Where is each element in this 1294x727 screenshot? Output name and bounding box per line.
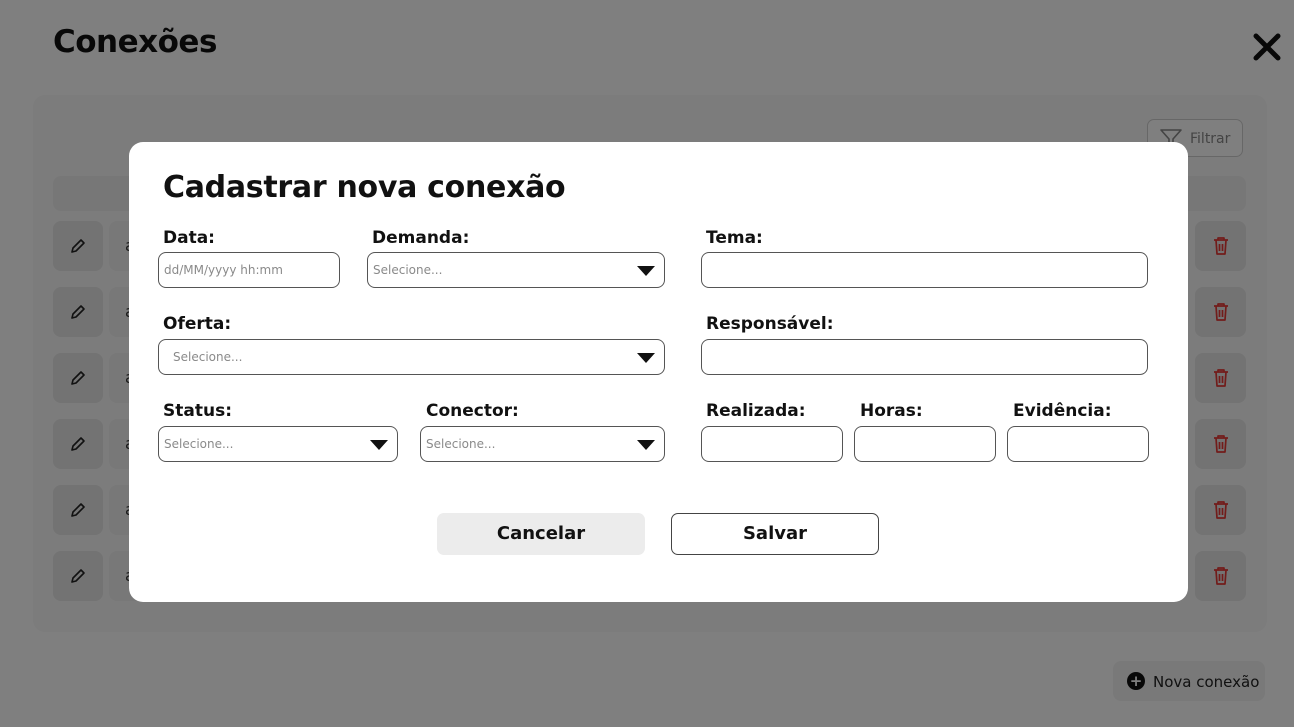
realizada-input[interactable] [701,426,843,462]
cancel-button[interactable]: Cancelar [437,513,645,555]
status-select[interactable]: Selecione... [158,426,398,462]
conector-placeholder: Selecione... [426,437,496,451]
oferta-label: Oferta: [163,314,232,334]
conector-select[interactable]: Selecione... [420,426,665,462]
evidencia-label: Evidência: [1013,401,1112,421]
demanda-select[interactable]: Selecione... [367,252,665,288]
caret-down-icon [370,440,388,450]
responsavel-input[interactable] [701,339,1148,375]
data-placeholder: dd/MM/yyyy hh:mm [164,263,283,277]
responsavel-label: Responsável: [706,314,834,334]
realizada-label: Realizada: [706,401,806,421]
caret-down-icon [637,353,655,363]
modal-title: Cadastrar nova conexão [163,170,566,205]
status-label: Status: [163,401,232,421]
conector-label: Conector: [426,401,519,421]
oferta-select[interactable]: Selecione... [158,339,665,375]
save-button[interactable]: Salvar [671,513,879,555]
caret-down-icon [637,266,655,276]
horas-input[interactable] [854,426,996,462]
horas-label: Horas: [860,401,923,421]
demanda-label: Demanda: [372,228,470,248]
new-connection-modal: Cadastrar nova conexão Data: dd/MM/yyyy … [129,142,1188,602]
tema-label: Tema: [706,228,763,248]
oferta-placeholder: Selecione... [173,350,243,364]
demanda-placeholder: Selecione... [373,263,443,277]
tema-input[interactable] [701,252,1148,288]
caret-down-icon [637,440,655,450]
data-label: Data: [163,228,215,248]
evidencia-input[interactable] [1007,426,1149,462]
data-input[interactable]: dd/MM/yyyy hh:mm [158,252,340,288]
status-placeholder: Selecione... [164,437,234,451]
